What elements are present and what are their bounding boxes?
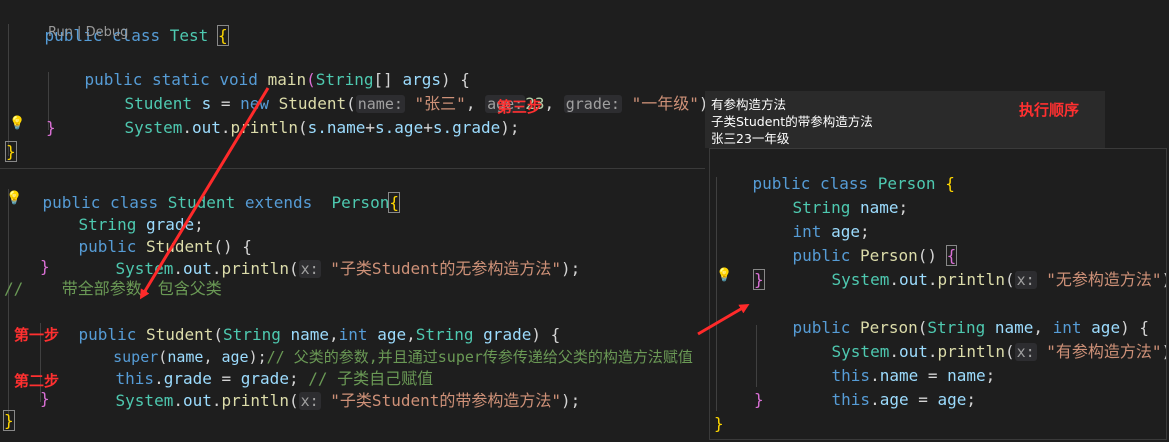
person-line-close1: } <box>753 269 765 290</box>
person-line-age: int age; <box>792 222 870 241</box>
student-line-full-println: System.out.println(x: "子类Student的带参构造方法"… <box>115 391 581 410</box>
test-editor-pane: public class Test { Run | Debug public s… <box>0 0 705 166</box>
person-line-class: public class Person { <box>752 174 955 193</box>
console-output-panel: 有参构造方法 子类Student的带参构造方法 张三23一年级 执行顺序 <box>705 91 1105 148</box>
student-line-noarg-println: System.out.println(x: "子类Student的无参构造方法"… <box>115 259 581 278</box>
step-two-label: 第二步 <box>14 372 60 390</box>
person-line-close-class: } <box>714 414 724 433</box>
student-line-class: public class Student extends Person{ <box>42 192 400 213</box>
student-line-noarg-ctor: public Student() { <box>78 237 252 256</box>
student-line-grade: String grade; <box>78 215 204 234</box>
execution-order-label: 执行顺序 <box>1019 101 1080 119</box>
test-line-class: public class Test { <box>44 25 229 46</box>
student-line-close-class: } <box>3 410 15 431</box>
test-line-main: public static void main(String[] args) { <box>84 70 470 89</box>
step-one-label: 第一步 <box>14 326 60 344</box>
lightbulb-icon[interactable]: 💡 <box>6 191 22 206</box>
test-line-new-student: Student s = new Student(name: "张三", age:… <box>124 94 705 113</box>
step-three-label: 第三步 <box>497 98 543 116</box>
person-line-full-ctor: public Person(String name, int age) { <box>792 318 1149 337</box>
test-line-close-class: } <box>5 141 17 162</box>
inlay-hint-grade: grade: <box>563 95 622 113</box>
test-line-close-main: } <box>46 118 56 137</box>
student-line-close1: } <box>40 257 50 276</box>
person-line-noarg-ctor: public Person() { <box>792 245 958 266</box>
student-line-super: super(name, age);// 父类的参数,并且通过super传参传递给… <box>113 348 693 366</box>
person-line-close2: } <box>754 390 764 409</box>
run-debug-codelens[interactable]: Run | Debug <box>48 25 128 40</box>
student-line-this-grade: this.grade = grade; // 子类自己赋值 <box>115 369 434 388</box>
output-line-3: 张三23一年级 <box>711 131 790 146</box>
lightbulb-icon[interactable]: 💡 <box>716 268 732 283</box>
student-line-full-ctor: public Student(String name,int age,Strin… <box>78 325 561 344</box>
student-line-comment: // 带全部参数，包含父类 <box>4 279 222 298</box>
test-line-println: System.out.println(s.name+s.age+s.grade)… <box>124 118 520 137</box>
student-editor-pane: public class Student extends Person{ 💡 S… <box>0 168 705 442</box>
person-editor-pane: public class Person { String name; int a… <box>709 148 1167 440</box>
person-line-full-println: System.out.println(x: "有参构造方法"); <box>831 342 1166 361</box>
person-line-name: String name; <box>792 198 909 217</box>
person-line-this-age: this.age = age; <box>831 390 977 409</box>
lightbulb-icon[interactable]: 💡 <box>9 116 25 131</box>
person-line-noarg-println: System.out.println(x: "无参构造方法"); <box>831 270 1166 289</box>
person-line-this-name: this.name = name; <box>831 366 996 385</box>
